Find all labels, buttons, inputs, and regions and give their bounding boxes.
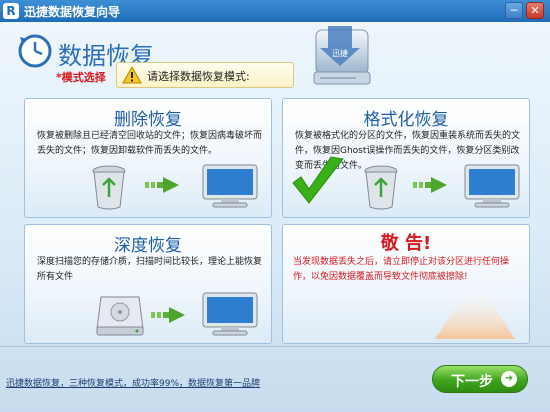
format-recovery-title: 格式化恢复 — [363, 110, 449, 130]
app-logo-icon: R — [3, 3, 19, 19]
mode-select-label: *模式选择 — [56, 71, 106, 84]
clock-icon — [18, 34, 52, 68]
minimize-button[interactable]: ─ — [505, 2, 523, 19]
hard-disk-icon — [96, 296, 144, 336]
arrow-right-icon — [413, 177, 447, 193]
recycle-bin-icon — [364, 165, 398, 210]
monitor-icon — [202, 164, 258, 208]
footer-divider — [0, 346, 550, 347]
arrow-right-icon — [151, 307, 185, 323]
deep-recovery-title: 深度恢复 — [114, 236, 182, 256]
title-bar: R 迅捷数据恢复向导 ─ ✕ — [0, 0, 550, 22]
checkmark-icon — [292, 156, 344, 204]
close-button[interactable]: ✕ — [526, 2, 544, 19]
arrow-right-icon: ➔ — [501, 371, 517, 387]
warning-icon — [122, 66, 142, 84]
warning-title: 敬 告! — [380, 233, 432, 254]
deep-recovery-description: 深度扫描您的存储介质，扫描时间比较长，理论上能恢复所有文件 — [37, 257, 263, 282]
window-title: 迅捷数据恢复向导 — [24, 5, 121, 19]
hard-drive-icon: 迅捷 — [313, 26, 371, 85]
delete-recovery-description: 恢复被删除且已经清空回收站的文件；恢复因病毒破坏而丢失的文件；恢复因卸载软件而丢… — [37, 131, 263, 156]
next-button[interactable]: 下一步 ➔ — [432, 365, 528, 393]
monitor-icon — [202, 292, 258, 336]
prompt-text: 请选择数据恢复模式: — [147, 70, 250, 83]
warning-panel: 敬 告! 当发现数据丢失之后，请立即停止对该分区进行任何操作，以免因数据覆盖而导… — [282, 224, 530, 344]
drive-label: 迅捷 — [332, 48, 348, 58]
delete-recovery-option[interactable]: 删除恢复 恢复被删除且已经清空回收站的文件；恢复因病毒破坏而丢失的文件；恢复因卸… — [24, 98, 272, 218]
warning-light-icon — [435, 287, 515, 339]
footer-slogan: 迅捷数据恢复，三种恢复模式，成功率99%，数据恢复第一品牌 — [6, 379, 261, 389]
recycle-bin-icon — [92, 165, 126, 210]
format-recovery-option[interactable]: 格式化恢复 恢复被格式化的分区的文件，恢复因重装系统而丢失的文件，恢复因Ghos… — [282, 98, 530, 218]
prompt-box: 请选择数据恢复模式: — [116, 62, 294, 88]
main-panel: 数据恢复 *模式选择 请选择数据恢复模式: 迅捷 删除恢复 恢复被删除且已经清空… — [0, 22, 550, 412]
next-button-label: 下一步 — [451, 374, 493, 390]
deep-recovery-option[interactable]: 深度恢复 深度扫描您的存储介质，扫描时间比较长，理论上能恢复所有文件 — [24, 224, 272, 344]
monitor-icon — [464, 164, 520, 208]
delete-recovery-title: 删除恢复 — [114, 110, 182, 130]
arrow-right-icon — [145, 177, 179, 193]
warning-description: 当发现数据丢失之后，请立即停止对该分区进行任何操作，以免因数据覆盖而导致文件彻底… — [293, 257, 510, 282]
